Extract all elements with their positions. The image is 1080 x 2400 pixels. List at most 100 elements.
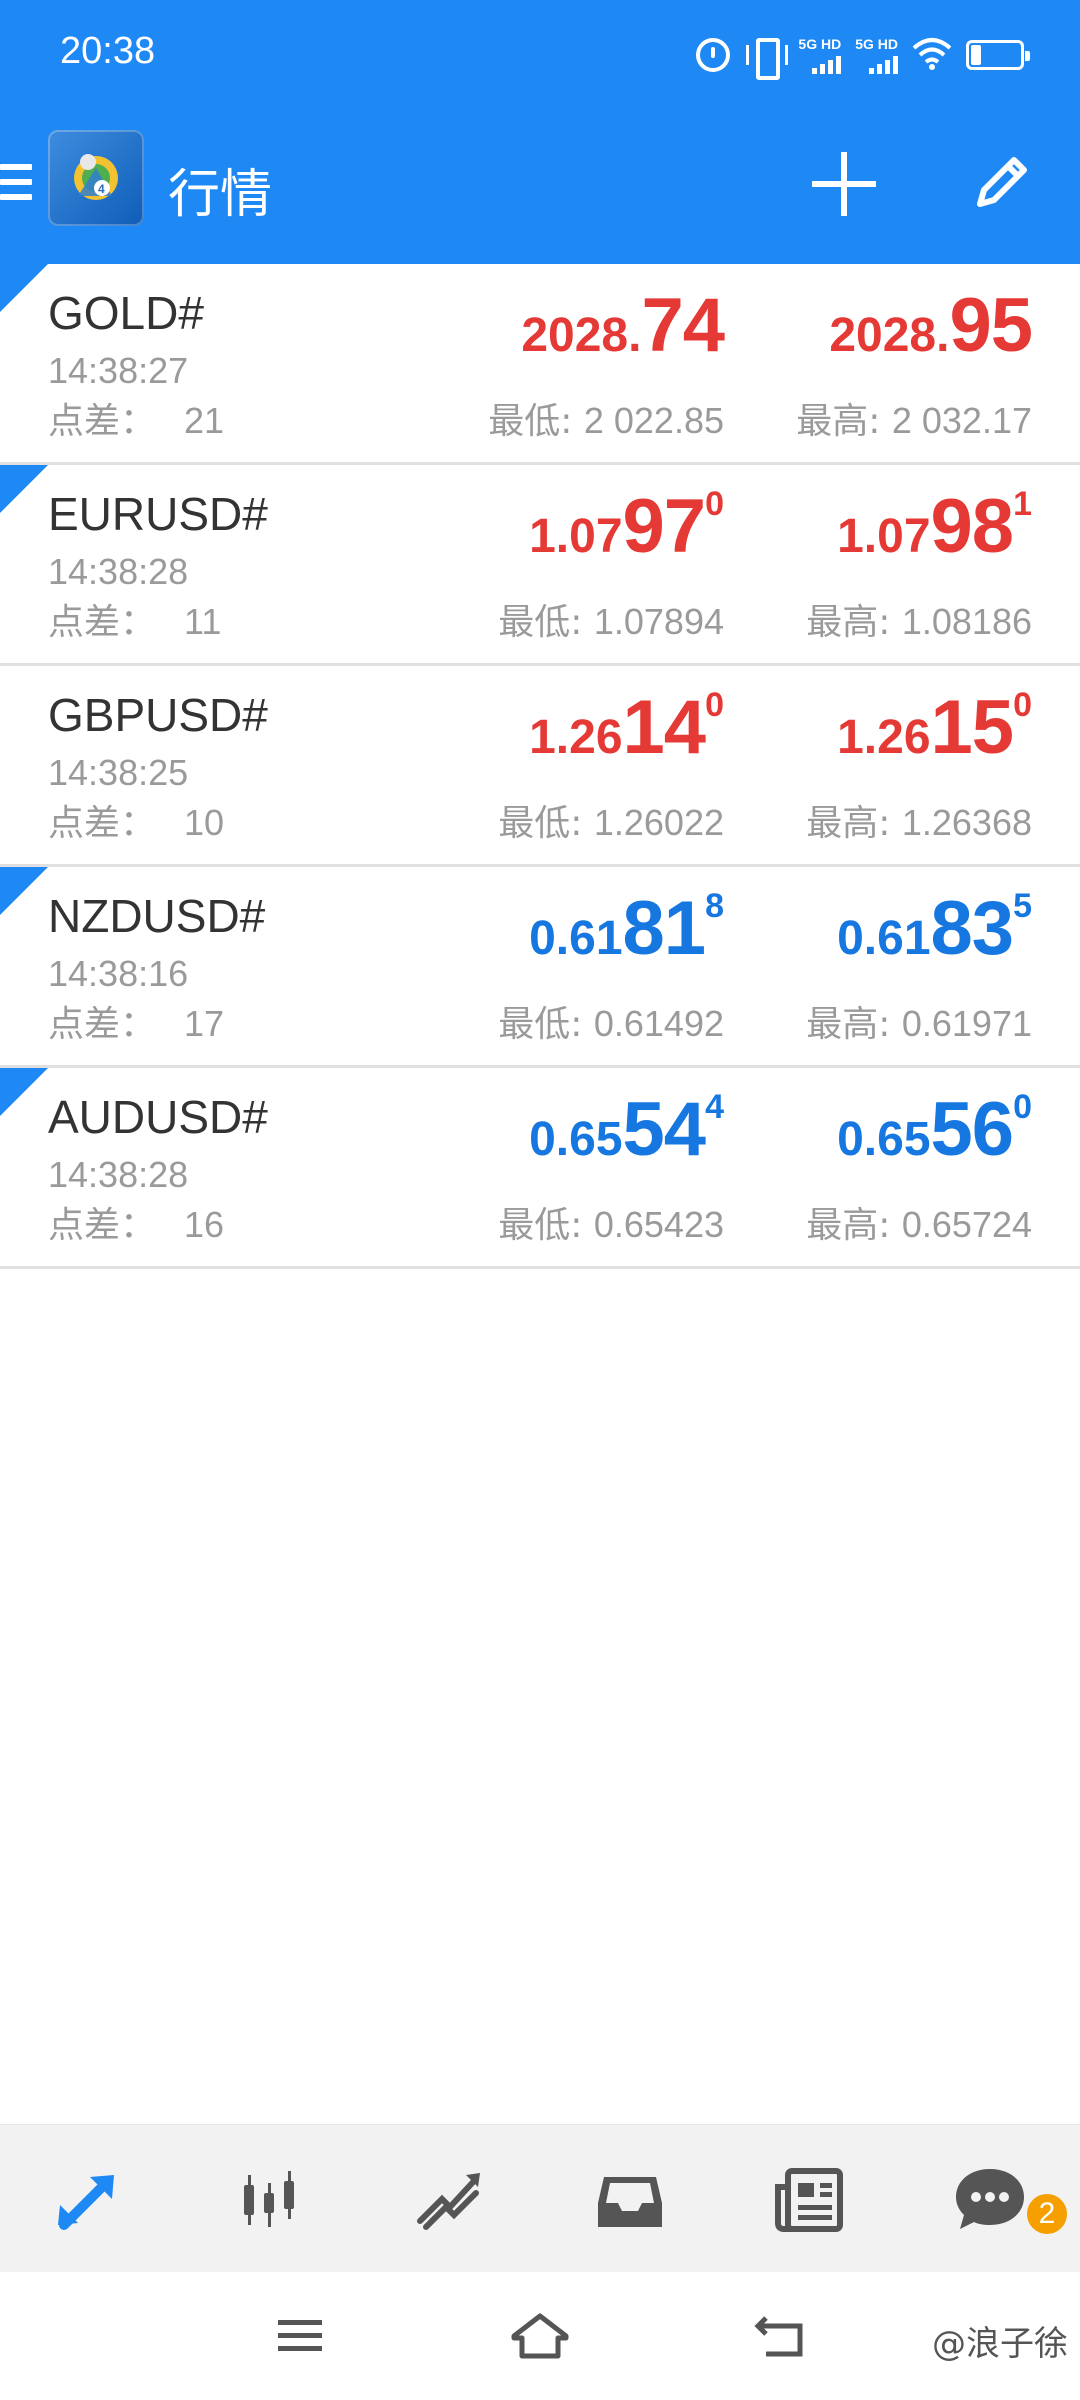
row-corner-marker: [0, 1068, 48, 1116]
bid-price[interactable]: 0.61818: [529, 885, 724, 972]
ask-price-pip: 1: [1013, 485, 1032, 523]
metatrader-logo[interactable]: 4: [48, 130, 144, 226]
high-value: 1.08186: [901, 601, 1032, 642]
status-time: 20:38: [60, 30, 156, 72]
low-value: 0.65423: [593, 1204, 724, 1245]
chart-icon: [244, 2170, 294, 2227]
news-icon: [775, 2167, 843, 2232]
ask-price-pip: 0: [1013, 686, 1032, 724]
spread-label: 点差：: [48, 602, 157, 643]
svg-text:4: 4: [98, 182, 105, 196]
high-value: 0.61971: [901, 1003, 1032, 1044]
page-title: 行情: [168, 165, 273, 225]
ask-price[interactable]: 0.65560: [837, 1086, 1032, 1173]
recents-icon[interactable]: [272, 2308, 328, 2364]
edit-icon[interactable]: [970, 150, 1034, 214]
quotes-icon: [58, 2174, 114, 2230]
bid-price[interactable]: 0.65544: [529, 1086, 724, 1173]
spread-label: 点差：: [48, 401, 157, 442]
battery-level: 20: [983, 43, 1007, 66]
home-icon[interactable]: [508, 2308, 572, 2364]
app-bar: 4 行情: [0, 112, 1080, 264]
nav-quotes[interactable]: [0, 2125, 180, 2272]
low-value: 0.61492: [593, 1003, 724, 1044]
ask-price-pip: 5: [1013, 887, 1032, 925]
bid-price-prefix: 0.65: [529, 1113, 623, 1166]
nav-chat[interactable]: 2: [900, 2125, 1080, 2272]
low-label: 最低:: [498, 602, 594, 643]
spread-value: 10: [184, 802, 225, 843]
ask-price-prefix: 0.65: [837, 1113, 931, 1166]
chat-icon: [956, 2168, 1024, 2229]
bid-price-main: 54: [622, 1087, 707, 1172]
spread-label: 点差：: [48, 1205, 157, 1246]
trade-icon: [417, 2172, 480, 2230]
ask-price-main: 95: [949, 283, 1033, 368]
history-icon: [598, 2176, 662, 2227]
quote-row[interactable]: AUDUSD# 14:38:28 点差： 16 0.65544 0.65560 最…: [0, 1068, 1080, 1269]
ask-price[interactable]: 0.61835: [837, 885, 1032, 972]
bid-price[interactable]: 2028.74: [521, 282, 725, 369]
bid-price-main: 81: [622, 886, 707, 971]
low-label: 最低:: [498, 803, 594, 844]
menu-icon[interactable]: [0, 164, 32, 200]
high-price: 最高: 2 032.17: [796, 392, 1032, 444]
quote-time: 14:38:16: [48, 953, 189, 994]
ask-price-prefix: 1.26: [837, 711, 931, 764]
spread: 点差： 21: [48, 392, 224, 444]
nav-chart[interactable]: [180, 2125, 360, 2272]
bid-price[interactable]: 1.26140: [529, 684, 724, 771]
spread: 点差： 17: [48, 995, 224, 1047]
quote-row[interactable]: GOLD# 14:38:27 点差： 21 2028.74 2028.95 最低:…: [0, 264, 1080, 465]
quote-time: 14:38:25: [48, 752, 189, 793]
low-value: 1.07894: [593, 601, 724, 642]
quote-time: 14:38:28: [48, 551, 189, 592]
row-corner-marker: [0, 867, 48, 915]
ask-price[interactable]: 1.26150: [837, 684, 1032, 771]
low-price: 最低: 2 022.85: [488, 392, 724, 444]
nav-history[interactable]: [540, 2125, 720, 2272]
high-value: 0.65724: [901, 1204, 1032, 1245]
bid-price[interactable]: 1.07970: [529, 483, 724, 570]
bottom-nav: 2: [0, 2124, 1080, 2272]
bid-price-main: 97: [622, 484, 707, 569]
quote-row[interactable]: NZDUSD# 14:38:16 点差： 17 0.61818 0.61835 最…: [0, 867, 1080, 1068]
ask-price[interactable]: 2028.95: [829, 282, 1033, 369]
ask-price-main: 15: [930, 685, 1015, 770]
low-label: 最低:: [498, 1205, 594, 1246]
high-label: 最高:: [796, 401, 892, 442]
nav-trade[interactable]: [360, 2125, 540, 2272]
ask-price-main: 56: [930, 1087, 1015, 1172]
high-price: 最高: 0.61971: [806, 995, 1032, 1047]
quote-row[interactable]: GBPUSD# 14:38:25 点差： 10 1.26140 1.26150 最…: [0, 666, 1080, 867]
bid-price-prefix: 2028.: [521, 309, 642, 362]
nav-news[interactable]: [720, 2125, 900, 2272]
bid-price-pip: 0: [705, 686, 724, 724]
high-price: 最高: 1.26368: [806, 794, 1032, 846]
row-corner-marker: [0, 465, 48, 513]
status-icons: 5G HD 5G HD 20: [696, 30, 1030, 80]
spread: 点差： 10: [48, 794, 224, 846]
signal-icon: 5G HD: [798, 35, 842, 74]
signal-label: 5G HD: [798, 35, 842, 52]
quote-row[interactable]: EURUSD# 14:38:28 点差： 11 1.07970 1.07981 最…: [0, 465, 1080, 666]
bid-price-pip: 4: [705, 1088, 724, 1126]
ask-price-main: 98: [930, 484, 1015, 569]
high-price: 最高: 1.08186: [806, 593, 1032, 645]
ask-price-prefix: 2028.: [829, 309, 950, 362]
quote-time: 14:38:28: [48, 1154, 189, 1195]
system-nav: @浪子徐: [0, 2272, 1080, 2400]
bid-price-main: 74: [641, 283, 725, 368]
bid-price-main: 14: [622, 685, 707, 770]
wifi-icon: [912, 36, 952, 74]
ask-price[interactable]: 1.07981: [837, 483, 1032, 570]
high-price: 最高: 0.65724: [806, 1196, 1032, 1248]
low-label: 最低:: [488, 401, 584, 442]
high-label: 最高:: [806, 1004, 902, 1045]
low-price: 最低: 0.65423: [498, 1196, 724, 1248]
ask-price-prefix: 0.61: [837, 912, 931, 965]
signal-icon-2: 5G HD: [855, 37, 898, 74]
back-icon[interactable]: [752, 2308, 808, 2364]
low-label: 最低:: [498, 1004, 594, 1045]
add-icon[interactable]: [812, 152, 876, 216]
